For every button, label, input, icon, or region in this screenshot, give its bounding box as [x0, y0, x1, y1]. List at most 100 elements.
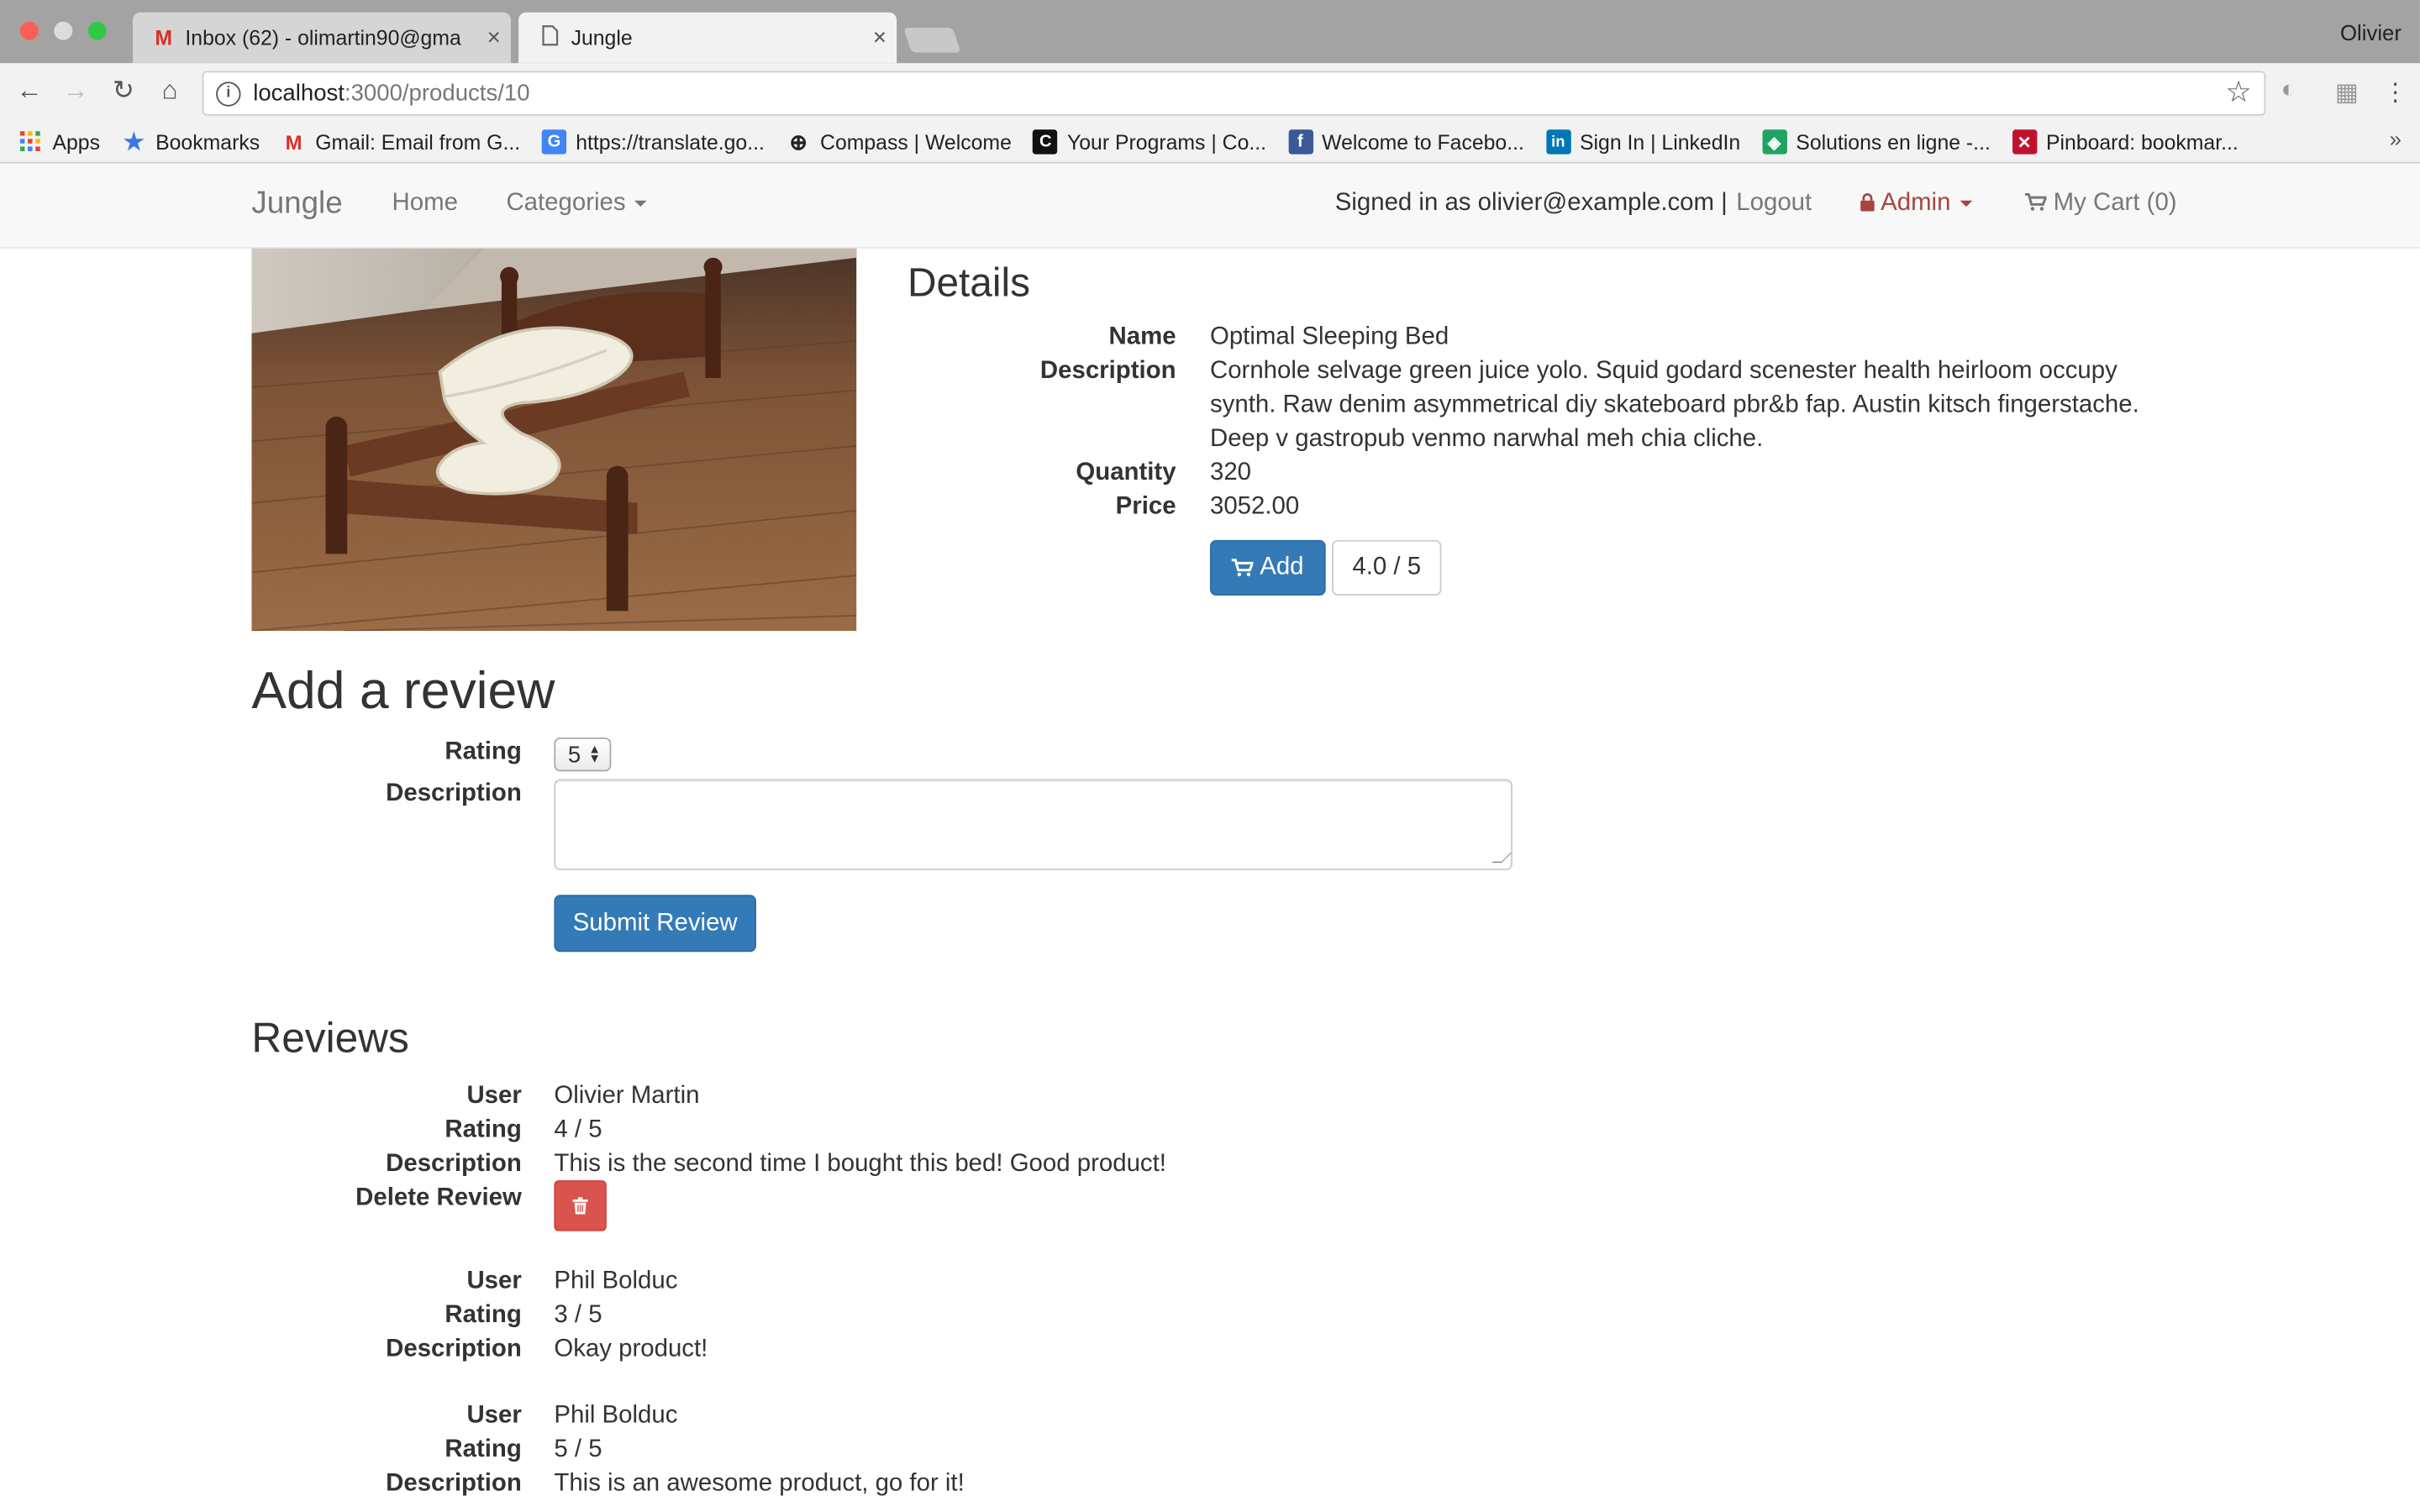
review-rating: 4 / 5 [554, 1116, 602, 1143]
quantity-label: Quantity [1076, 459, 1176, 486]
bookmark-facebook[interactable]: f Welcome to Facebo... [1287, 129, 1524, 155]
bookmark-solutions[interactable]: ◈ Solutions en ligne -... [1761, 129, 1991, 155]
reviews-heading: Reviews [251, 1015, 409, 1062]
add-button-label: Add [1260, 554, 1304, 580]
menu-kebab-icon[interactable]: ⋮ [2383, 77, 2407, 108]
review-user-label: User [466, 1083, 522, 1110]
minimize-window-button[interactable] [54, 21, 73, 40]
app-navbar: Jungle Home Categories Signed in as oliv… [0, 163, 2420, 249]
bookmark-apps[interactable]: Apps [18, 129, 100, 154]
cart-icon [2024, 192, 2048, 211]
new-tab-button[interactable] [903, 28, 961, 53]
facebook-icon: f [1287, 129, 1313, 155]
bookmark-linkedin[interactable]: in Sign In | LinkedIn [1545, 129, 1741, 155]
tab-title: Jungle [571, 26, 633, 50]
review-rating: 5 / 5 [554, 1436, 602, 1463]
info-icon[interactable]: i [216, 81, 241, 106]
review-user: Olivier Martin [554, 1083, 700, 1110]
bookmark-label: Pinboard: bookmar... [2045, 130, 2238, 154]
trash-icon [572, 1197, 588, 1215]
bookmark-bookmarks[interactable]: ★ Bookmarks [122, 129, 260, 156]
review-description: This is an awesome product, go for it! [554, 1470, 965, 1497]
review-description-textarea[interactable] [554, 779, 1512, 870]
tab-title: Inbox (62) - olimartin90@gma [185, 26, 461, 50]
apps-grid-icon [18, 129, 43, 154]
product-name: Optimal Sleeping Bed [1209, 323, 1449, 350]
review-rating: 3 / 5 [554, 1302, 602, 1329]
home-icon[interactable]: ⌂ [153, 76, 187, 107]
gmail-icon: M [155, 26, 173, 50]
maximize-window-button[interactable] [87, 21, 107, 40]
rating-select[interactable]: 5 ▲ ▼ [554, 737, 612, 772]
nav-categories-label: Categories [506, 189, 626, 217]
product-image [251, 248, 857, 632]
bookmark-pinboard[interactable]: ✕ Pinboard: bookmar... [2012, 129, 2238, 155]
google-translate-icon: G [541, 129, 567, 155]
bookmarks-bar: Apps ★ Bookmarks M Gmail: Email from G..… [0, 122, 2420, 164]
close-tab-icon[interactable]: × [477, 24, 511, 50]
bookmark-label: Welcome to Facebo... [1322, 130, 1524, 154]
linkedin-icon: in [1545, 129, 1570, 155]
cart-icon [1232, 559, 1254, 577]
nav-categories-dropdown[interactable]: Categories [506, 189, 648, 218]
extension-grid-icon[interactable]: ▦ [2335, 77, 2359, 108]
profile-name[interactable]: Olivier [2340, 20, 2402, 45]
caret-down-icon [1960, 200, 1973, 207]
delete-review-button[interactable] [554, 1180, 607, 1231]
close-window-button[interactable] [19, 21, 39, 40]
close-tab-icon[interactable]: × [863, 24, 897, 50]
review-user-label: User [466, 1268, 522, 1294]
submit-review-button[interactable]: Submit Review [554, 895, 756, 953]
add-review-heading: Add a review [251, 661, 555, 721]
coursera-icon: C [1033, 129, 1058, 155]
nav-logout-link[interactable]: Logout [1736, 190, 1812, 218]
nav-admin-dropdown[interactable]: Admin [1860, 190, 1973, 218]
bookmark-gmail[interactable]: M Gmail: Email from G... [281, 129, 521, 154]
caret-down-icon [634, 200, 648, 207]
review-description-label: Description [386, 1151, 522, 1178]
compass-icon: ⊕ [789, 129, 808, 154]
extension-icon[interactable]: ◐ [2281, 77, 2296, 105]
bookmark-label: Your Programs | Co... [1066, 130, 1267, 154]
page-icon [537, 24, 561, 50]
description-label: Description [386, 780, 522, 807]
nav-home-link[interactable]: Home [392, 190, 458, 218]
lock-icon [1860, 193, 1875, 212]
forward-arrow-icon[interactable]: → [59, 76, 92, 107]
solutions-icon: ◈ [1761, 129, 1787, 155]
review-rating-label: Rating [445, 1116, 522, 1143]
rating-label: Rating [445, 738, 522, 766]
bookmark-compass[interactable]: ⊕ Compass | Welcome [786, 129, 1012, 154]
url-host: localhost [253, 80, 345, 107]
review-user-label: User [466, 1402, 522, 1429]
bookmark-coursera[interactable]: C Your Programs | Co... [1033, 129, 1267, 155]
bookmark-star-icon[interactable]: ☆ [2225, 76, 2251, 111]
bookmark-label: Solutions en ligne -... [1796, 130, 1991, 154]
bookmark-label: Gmail: Email from G... [315, 130, 521, 154]
bookmarks-overflow-chevron-icon[interactable]: » [2390, 127, 2402, 151]
tab-jungle[interactable]: Jungle × [518, 12, 897, 64]
bookmark-label: Sign In | LinkedIn [1580, 130, 1741, 154]
review-description: Okay product! [554, 1336, 708, 1362]
bookmark-translate[interactable]: G https://translate.go... [541, 129, 765, 155]
star-icon: ★ [124, 129, 145, 156]
product-description: Cornhole selvage green juice yolo. Squid… [1209, 358, 2139, 453]
tab-gmail-inbox[interactable]: M Inbox (62) - olimartin90@gma × [132, 12, 511, 64]
url-path: :3000/products/10 [344, 80, 530, 107]
review-rating-label: Rating [445, 1302, 522, 1329]
bookmark-label: https://translate.go... [576, 130, 765, 154]
review-description: This is the second time I bought this be… [554, 1151, 1166, 1178]
address-bar[interactable]: i localhost:3000/products/10 ☆ [202, 71, 2266, 116]
nav-cart-link[interactable]: My Cart (0) [2024, 190, 2177, 218]
pinboard-icon: ✕ [2012, 129, 2037, 155]
review-user: Phil Bolduc [554, 1402, 678, 1429]
reload-icon[interactable]: ↻ [107, 76, 140, 107]
bookmark-label: Apps [52, 130, 100, 154]
review-user: Phil Bolduc [554, 1268, 678, 1294]
bookmark-label: Compass | Welcome [820, 130, 1012, 154]
signed-in-text: Signed in as olivier@example.com | [1334, 189, 1728, 217]
back-arrow-icon[interactable]: ← [13, 76, 46, 107]
add-to-cart-button[interactable]: Add [1209, 539, 1326, 596]
brand-link[interactable]: Jungle [251, 186, 342, 222]
price-label: Price [1115, 493, 1176, 520]
